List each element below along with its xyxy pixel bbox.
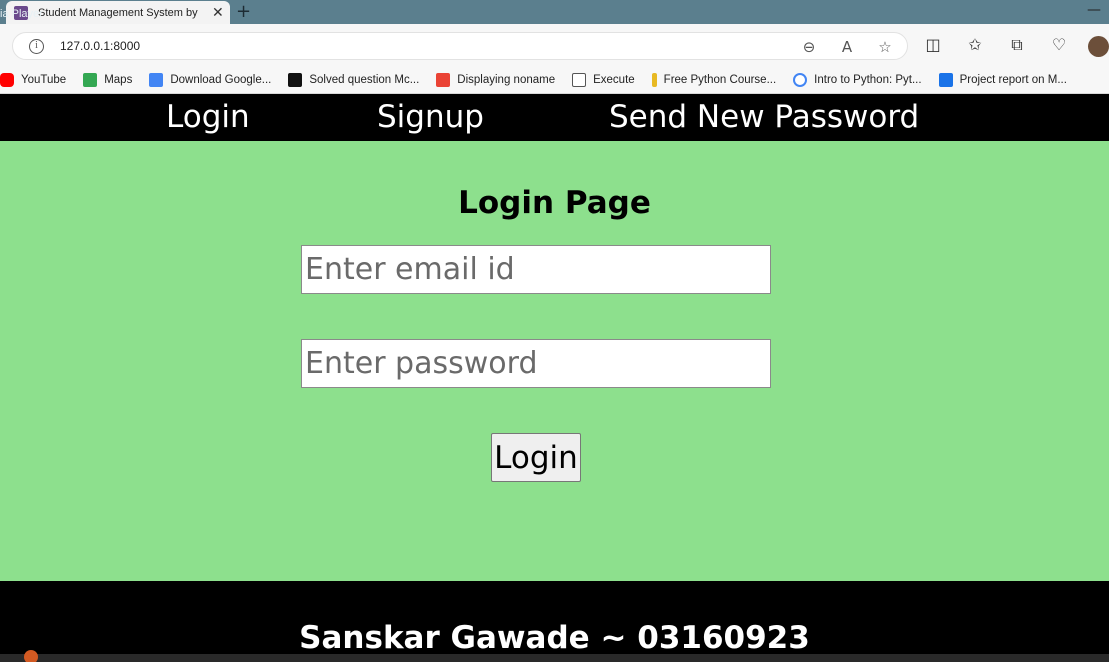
login-button[interactable]: Login [491, 433, 581, 482]
profile-avatar[interactable] [1088, 36, 1109, 57]
bookmark-maps[interactable]: Maps [83, 72, 132, 87]
tab-close-icon[interactable]: ✕ [212, 5, 224, 21]
favorite-star-icon[interactable]: ☆ [875, 37, 895, 57]
browser-tab-strip: Student Management System by ✕ + ia Play… [0, 0, 1109, 24]
bookmark-solved-question[interactable]: Solved question Mc... [288, 72, 419, 87]
zoom-out-icon[interactable]: ⊖ [799, 37, 819, 57]
video-progress-track[interactable] [0, 654, 1109, 662]
new-tab-button[interactable]: + [236, 1, 251, 22]
password-field[interactable] [301, 339, 771, 388]
page-icon [572, 72, 587, 87]
collections-icon[interactable]: ⧉ [1006, 34, 1028, 56]
nav-login-link[interactable]: Login [166, 99, 250, 135]
address-bar[interactable]: i 127.0.0.1:8000 ⊖ A ☆ [12, 32, 908, 60]
bookmark-displaying-noname[interactable]: Displaying noname [436, 72, 555, 87]
footer: Sanskar Gawade ~ 03160923 [0, 581, 1109, 662]
bookmark-free-python-course[interactable]: Free Python Course... [651, 72, 776, 87]
site-icon [288, 72, 303, 87]
footer-text: Sanskar Gawade ~ 03160923 [299, 620, 810, 656]
python-icon [651, 72, 657, 87]
nav-send-new-password-link[interactable]: Send New Password [609, 99, 919, 135]
bookmark-icon [938, 72, 953, 87]
video-progress-handle[interactable] [24, 650, 38, 662]
bookmark-intro-to-python[interactable]: Intro to Python: Pyt... [793, 72, 922, 87]
site-info-icon[interactable]: i [29, 39, 44, 54]
nav-signup-link[interactable]: Signup [377, 99, 484, 135]
bookmark-download-google[interactable]: Download Google... [149, 72, 271, 87]
bookmark-execute[interactable]: Execute [572, 72, 635, 87]
email-field[interactable] [301, 245, 771, 294]
tab-title: Student Management System by [38, 6, 198, 19]
maps-icon [83, 72, 98, 87]
google-icon [793, 72, 808, 87]
media-player-overlay-text: ia Player [0, 8, 43, 20]
browser-essentials-icon[interactable]: ♡ [1048, 34, 1070, 56]
gmail-icon [436, 72, 451, 87]
page-title: Login Page [458, 185, 651, 221]
bookmark-project-report[interactable]: Project report on M... [938, 72, 1067, 87]
google-download-icon [149, 72, 164, 87]
site-nav-bar: Login Signup Send New Password [0, 95, 1109, 141]
split-screen-icon[interactable]: ◫ [922, 34, 944, 56]
bookmark-youtube[interactable]: YouTube [0, 72, 66, 87]
window-minimize-button[interactable]: — [1087, 2, 1101, 18]
login-section: Login Page Login [0, 141, 1109, 581]
read-aloud-icon[interactable]: A [837, 37, 857, 57]
favorites-icon[interactable]: ✩ [964, 34, 986, 56]
bookmarks-bar: YouTube Maps Download Google... Solved q… [0, 66, 1109, 94]
url-text[interactable]: 127.0.0.1:8000 [60, 39, 140, 53]
browser-toolbar: i 127.0.0.1:8000 ⊖ A ☆ ◫ ✩ ⧉ ♡ [0, 24, 1109, 66]
youtube-icon [0, 72, 14, 87]
